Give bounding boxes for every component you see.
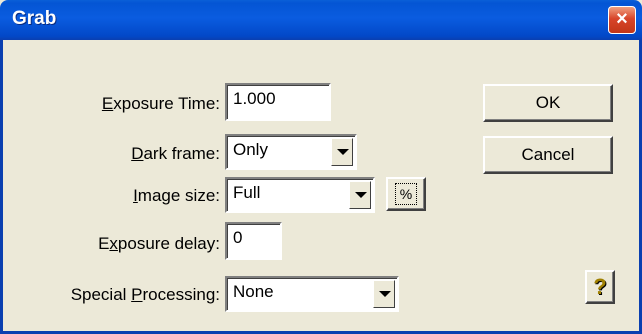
title-bar[interactable]: Grab × bbox=[0, 0, 642, 40]
chevron-down-icon[interactable] bbox=[331, 138, 353, 166]
dark-frame-select[interactable]: Only bbox=[225, 134, 357, 170]
percent-icon: % bbox=[395, 183, 417, 205]
cancel-button[interactable]: Cancel bbox=[483, 136, 613, 174]
ok-button[interactable]: OK bbox=[483, 84, 613, 122]
exposure-delay-label: Exposure delay: bbox=[98, 234, 220, 253]
dark-frame-value: Only bbox=[233, 140, 268, 159]
exposure-time-input[interactable]: 1.000 bbox=[225, 83, 331, 121]
close-icon[interactable]: × bbox=[608, 6, 636, 34]
image-size-options-button[interactable]: % bbox=[386, 177, 426, 211]
help-icon[interactable]: ? bbox=[585, 270, 615, 304]
window-title: Grab bbox=[12, 8, 57, 29]
chevron-down-icon[interactable] bbox=[349, 181, 371, 209]
special-processing-label: Special Processing: bbox=[70, 285, 220, 304]
image-size-label: Image size: bbox=[133, 186, 220, 205]
exposure-delay-input[interactable]: 0 bbox=[225, 222, 282, 260]
image-size-value: Full bbox=[233, 183, 261, 202]
special-processing-value: None bbox=[233, 282, 274, 301]
chevron-down-icon[interactable] bbox=[373, 280, 395, 308]
dark-frame-label: Dark frame: bbox=[131, 144, 220, 163]
image-size-select[interactable]: Full bbox=[225, 177, 375, 213]
exposure-time-label: Exposure Time: bbox=[101, 94, 220, 113]
special-processing-select[interactable]: None bbox=[225, 276, 399, 312]
